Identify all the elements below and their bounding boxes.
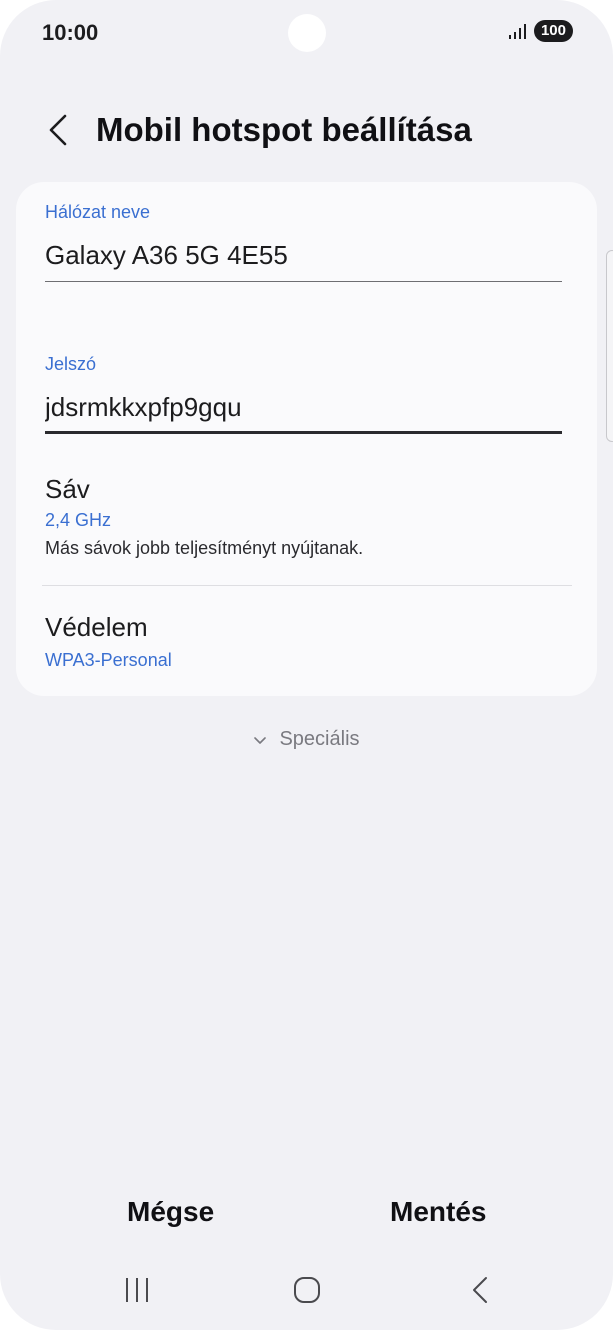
band-title: Sáv: [45, 474, 90, 504]
back-arrow-icon: [49, 114, 67, 146]
password-label: Jelszó: [45, 354, 97, 374]
network-name-input[interactable]: [45, 238, 562, 272]
security-value: WPA3-Personal: [45, 650, 172, 670]
phone-screen: 10:00 100 Mobil hotspot beállítása Hálóz…: [0, 0, 613, 1330]
home-button[interactable]: [282, 1268, 332, 1312]
page-title: Mobil hotspot beállítása: [96, 111, 472, 148]
back-button[interactable]: [38, 108, 78, 152]
recents-button[interactable]: [112, 1268, 162, 1312]
band-row[interactable]: Sáv 2,4 GHz Más sávok jobb teljesítményt…: [16, 464, 597, 564]
nav-back-icon: [473, 1277, 487, 1303]
advanced-label: Speciális: [279, 728, 360, 750]
scroll-handle[interactable]: [606, 250, 613, 442]
chevron-down-icon: [254, 736, 267, 744]
password-input[interactable]: [45, 390, 562, 424]
security-title: Védelem: [45, 612, 148, 642]
password-underline: [45, 431, 562, 434]
signal-icon: [508, 24, 526, 39]
band-description: Más sávok jobb teljesítményt nyújtanak.: [45, 538, 364, 558]
settings-card: Hálózat neve Jelszó Sáv 2,4 GHz Más sávo…: [16, 182, 597, 696]
band-value: 2,4 GHz: [45, 510, 112, 530]
status-icons: 100: [508, 20, 573, 42]
cancel-button[interactable]: Mégse: [127, 1196, 214, 1228]
battery-indicator: 100: [533, 20, 573, 42]
camera-cutout: [288, 14, 326, 52]
home-icon: [294, 1277, 320, 1303]
save-button[interactable]: Mentés: [390, 1196, 486, 1228]
network-name-underline: [45, 281, 562, 282]
advanced-toggle[interactable]: Speciális: [0, 728, 613, 751]
status-time: 10:00: [42, 20, 99, 45]
network-name-label: Hálózat neve: [45, 202, 151, 222]
divider: [42, 585, 572, 586]
security-row[interactable]: Védelem WPA3-Personal: [16, 596, 597, 686]
recents-icon: [126, 1278, 148, 1302]
nav-back-button[interactable]: [455, 1268, 505, 1312]
